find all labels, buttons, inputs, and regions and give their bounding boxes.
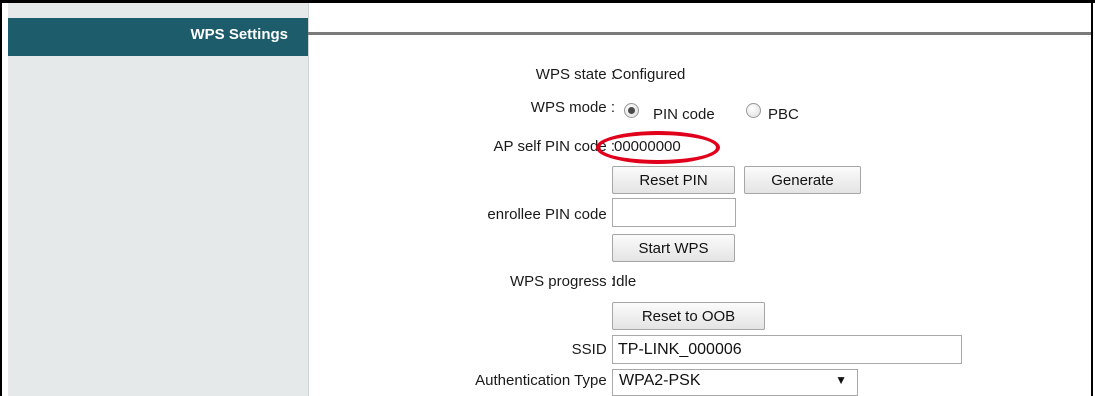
- wps-progress-value: Idle: [612, 273, 637, 290]
- reset-to-oob-button[interactable]: Reset to OOB: [612, 302, 765, 330]
- auth-type-select[interactable]: WPA2-PSK ▼: [612, 369, 858, 396]
- sidebar-title: WPS Settings: [8, 18, 308, 56]
- auth-type-label: Authentication Type :: [475, 372, 615, 389]
- pbc-option-label: PBC: [768, 106, 799, 123]
- dropdown-arrow-icon: ▼: [835, 373, 847, 387]
- auth-type-value: WPA2-PSK: [619, 372, 701, 389]
- wps-state-value: Configured: [612, 66, 686, 83]
- sidebar: WPS Settings: [8, 3, 309, 396]
- pin-code-radio[interactable]: [624, 103, 639, 118]
- wps-progress-label: WPS progress :: [509, 273, 615, 290]
- pin-code-option-label: PIN code: [653, 106, 715, 123]
- start-wps-button[interactable]: Start WPS: [612, 234, 735, 262]
- generate-button[interactable]: Generate: [744, 166, 861, 194]
- pbc-radio[interactable]: [746, 103, 761, 118]
- highlight-ellipse: [596, 131, 720, 164]
- right-border: [1091, 0, 1093, 396]
- wps-mode-label: WPS mode :: [530, 99, 615, 116]
- enrollee-pin-input[interactable]: [612, 198, 736, 227]
- wps-state-label: WPS state :: [535, 66, 615, 83]
- left-border: [0, 0, 2, 396]
- ssid-label: SSID :: [571, 341, 615, 358]
- header-divider: [308, 32, 1091, 35]
- reset-pin-button[interactable]: Reset PIN: [612, 166, 735, 194]
- enrollee-pin-label: enrollee PIN code :: [487, 206, 615, 223]
- ssid-input[interactable]: [612, 335, 962, 364]
